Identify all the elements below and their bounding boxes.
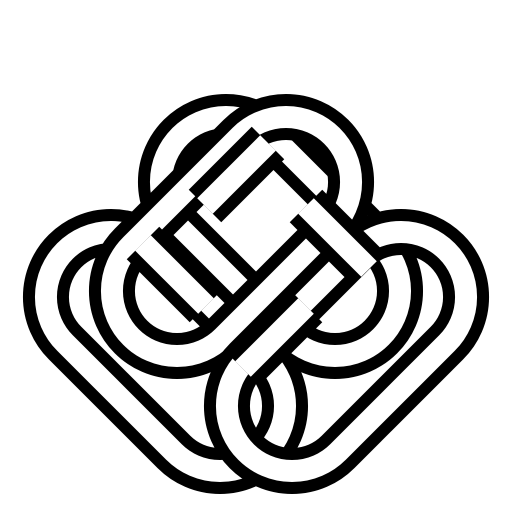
interlaced-knot-logo-icon — [22, 93, 490, 495]
canvas — [0, 0, 512, 512]
